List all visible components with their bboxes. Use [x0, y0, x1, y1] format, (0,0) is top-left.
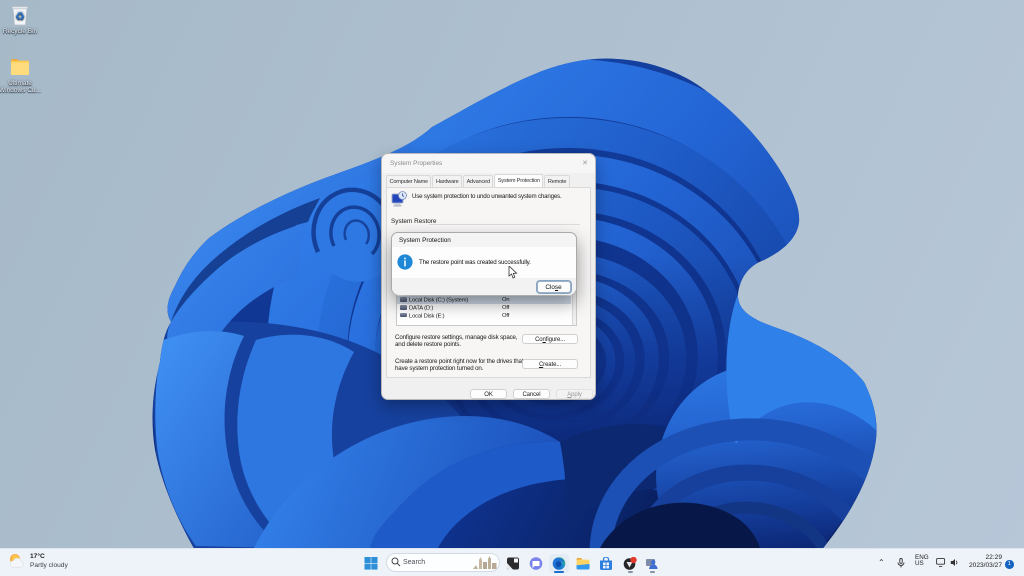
- svg-text:♻: ♻: [15, 11, 25, 23]
